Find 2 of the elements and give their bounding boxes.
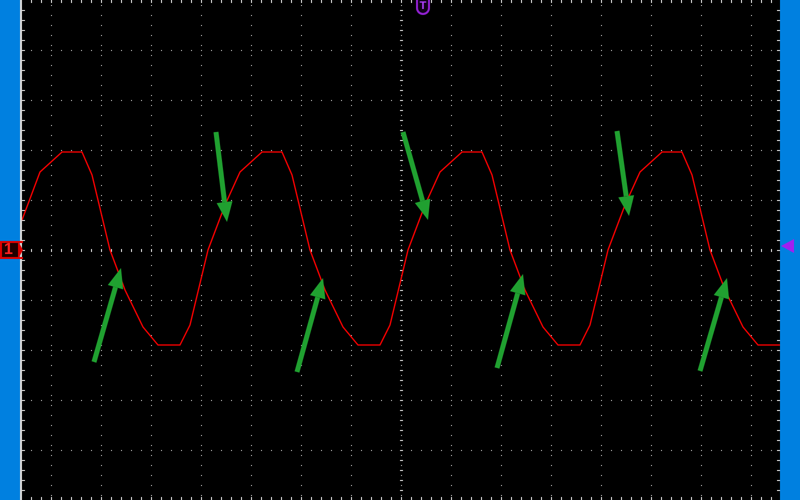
trigger-marker: T [416, 0, 430, 15]
channel-marker: 1 [0, 241, 23, 259]
